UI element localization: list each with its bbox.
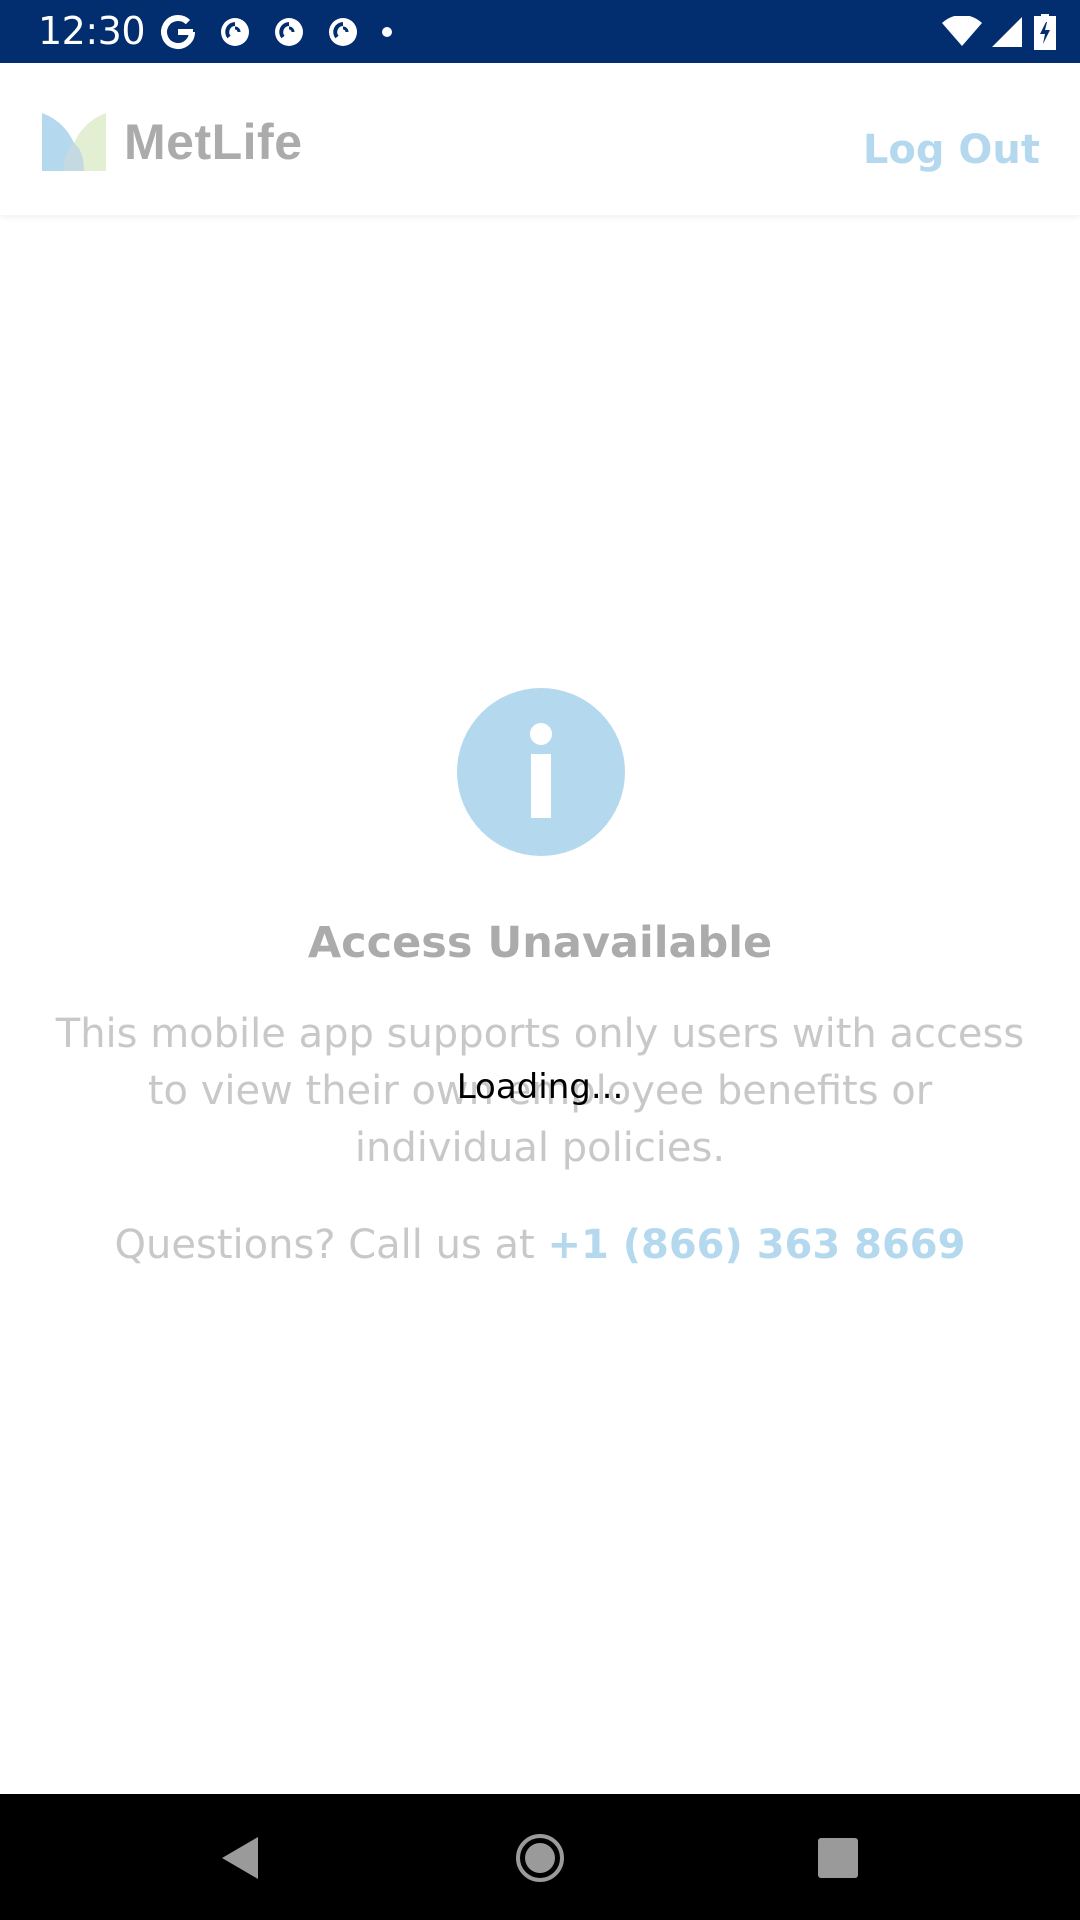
logout-button[interactable]: Log Out	[863, 127, 1040, 173]
metlife-logo-mark	[42, 113, 106, 171]
back-icon[interactable]	[210, 1828, 270, 1888]
navigation-bar	[0, 1794, 1080, 1920]
home-icon[interactable]	[510, 1828, 570, 1888]
pocket-casts-icon	[218, 15, 252, 49]
page-title: Access Unavailable	[307, 918, 773, 968]
system-icons	[932, 12, 1056, 52]
info-icon	[457, 688, 625, 856]
recents-icon[interactable]	[808, 1828, 868, 1888]
app-header: MetLife Log Out	[0, 63, 1080, 215]
google-icon	[158, 12, 198, 52]
more-dot-icon	[380, 25, 394, 39]
phone-link[interactable]: +1 (866) 363 8669	[547, 1222, 965, 1268]
wifi-icon	[942, 16, 982, 48]
cell-signal-icon	[992, 15, 1024, 49]
pocket-casts-icon	[326, 15, 360, 49]
notification-icons	[158, 12, 414, 52]
status-bar: 12:30	[0, 0, 1080, 63]
status-time: 12:30	[38, 9, 146, 53]
battery-charging-icon	[1034, 14, 1056, 50]
logo-text: MetLife	[124, 114, 303, 170]
metlife-logo: MetLife	[42, 113, 303, 171]
contact-prefix: Questions? Call us at	[114, 1222, 535, 1268]
loading-indicator: Loading...	[456, 1067, 624, 1107]
contact-line: Questions? Call us at +1 (866) 363 8669	[0, 1222, 1080, 1268]
pocket-casts-icon	[272, 15, 306, 49]
